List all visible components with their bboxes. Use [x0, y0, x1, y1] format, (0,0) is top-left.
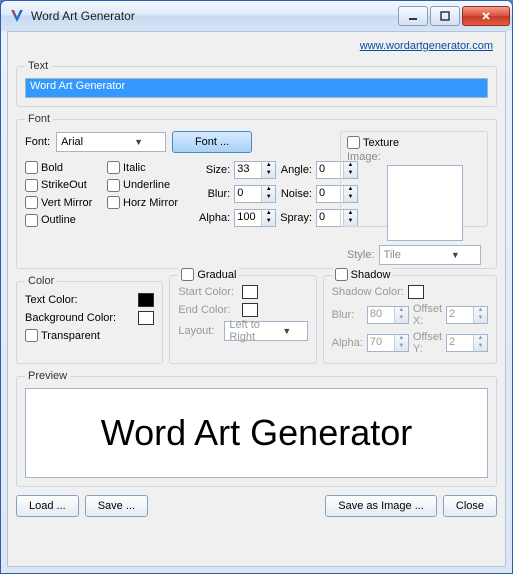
blur-spin[interactable]: 0▲▼: [234, 185, 276, 203]
shadow-group: Shadow Shadow Color: Blur: 80▲▼ Offset X…: [323, 275, 497, 364]
text-legend: Text: [25, 60, 51, 72]
gradual-group: Gradual Start Color: End Color: Layout: …: [169, 275, 316, 364]
chevron-down-icon: ▼: [114, 137, 163, 147]
color-group: Color Text Color: Background Color: Tran…: [16, 275, 163, 364]
spray-label: Spray:: [280, 212, 312, 224]
titlebar: Word Art Generator: [1, 1, 512, 31]
app-window: Word Art Generator www.wordartgenerator.…: [0, 0, 513, 574]
offsetx-label: Offset X:: [413, 303, 442, 327]
shadow-color-label: Shadow Color:: [332, 286, 404, 298]
load-button[interactable]: Load ...: [16, 495, 79, 517]
shadow-color-swatch[interactable]: [408, 285, 424, 299]
font-label: Font:: [25, 136, 50, 148]
footer-buttons: Load ... Save ... Save as Image ... Clos…: [16, 493, 497, 517]
angle-label: Angle:: [280, 164, 312, 176]
font-group: Font Font: Arial ▼ Font ... Bold Italic …: [16, 113, 497, 269]
layout-combo[interactable]: Left to Right▼: [224, 321, 307, 341]
app-icon: [9, 8, 25, 24]
shadow-legend: Shadow: [351, 269, 391, 281]
texture-legend: Texture: [363, 137, 399, 149]
close-button[interactable]: [462, 6, 510, 26]
size-spin[interactable]: 33▲▼: [234, 161, 276, 179]
size-label: Size:: [199, 164, 230, 176]
website-link[interactable]: www.wordartgenerator.com: [16, 40, 497, 54]
text-input[interactable]: Word Art Generator: [25, 78, 488, 98]
bg-color-swatch[interactable]: [138, 311, 154, 325]
shadow-blur-spin[interactable]: 80▲▼: [367, 306, 409, 324]
gradual-check[interactable]: [181, 268, 194, 281]
layout-label: Layout:: [178, 325, 220, 337]
vert-mirror-check[interactable]: Vert Mirror: [25, 196, 105, 210]
shadow-alpha-spin[interactable]: 70▲▼: [367, 334, 409, 352]
offsety-spin[interactable]: 2▲▼: [446, 334, 488, 352]
texture-check[interactable]: [347, 136, 360, 149]
blur-label: Blur:: [199, 188, 230, 200]
color-legend: Color: [25, 275, 57, 287]
style-label: Style:: [347, 249, 375, 261]
strikeout-check[interactable]: StrikeOut: [25, 179, 105, 193]
gradual-legend: Gradual: [197, 269, 236, 281]
close-app-button[interactable]: Close: [443, 495, 497, 517]
transparent-check[interactable]: Transparent: [25, 329, 154, 342]
offsetx-spin[interactable]: 2▲▼: [446, 306, 488, 324]
horz-mirror-check[interactable]: Horz Mirror: [107, 196, 187, 210]
italic-check[interactable]: Italic: [107, 161, 187, 175]
font-button[interactable]: Font ...: [172, 131, 252, 153]
text-group: Text Word Art Generator: [16, 60, 497, 107]
font-legend: Font: [25, 113, 53, 125]
preview-canvas: Word Art Generator: [25, 388, 488, 478]
start-color-swatch[interactable]: [242, 285, 258, 299]
font-checks: Bold Italic StrikeOut Underline Vert Mir…: [25, 161, 187, 227]
client-area: www.wordartgenerator.com Text Word Art G…: [7, 31, 506, 567]
minimize-button[interactable]: [398, 6, 428, 26]
start-color-label: Start Color:: [178, 286, 238, 298]
save-image-button[interactable]: Save as Image ...: [325, 495, 437, 517]
noise-label: Noise:: [280, 188, 312, 200]
texture-image[interactable]: [387, 165, 463, 241]
offsety-label: Offset Y:: [413, 331, 442, 355]
underline-check[interactable]: Underline: [107, 179, 187, 193]
preview-legend: Preview: [25, 370, 70, 382]
end-color-label: End Color:: [178, 304, 238, 316]
chevron-down-icon: ▼: [433, 250, 478, 260]
font-params: Size: 33▲▼ Angle: 0▲▼ Blur: 0▲▼ Noise: 0…: [199, 161, 358, 227]
maximize-button[interactable]: [430, 6, 460, 26]
window-buttons: [396, 6, 510, 26]
text-color-swatch[interactable]: [138, 293, 154, 307]
shadow-check[interactable]: [335, 268, 348, 281]
end-color-swatch[interactable]: [242, 303, 258, 317]
bold-check[interactable]: Bold: [25, 161, 105, 175]
save-button[interactable]: Save ...: [85, 495, 148, 517]
outline-check[interactable]: Outline: [25, 214, 105, 228]
style-combo[interactable]: Tile▼: [379, 245, 481, 265]
font-combo[interactable]: Arial ▼: [56, 132, 166, 152]
alpha-spin[interactable]: 100▲▼: [234, 209, 276, 227]
window-title: Word Art Generator: [31, 9, 396, 23]
texture-group: Texture Image: Style: Tile▼: [340, 131, 488, 227]
alpha-label: Alpha:: [199, 212, 230, 224]
preview-group: Preview Word Art Generator: [16, 370, 497, 487]
shadow-alpha-label: Alpha:: [332, 337, 363, 349]
image-label: Image:: [347, 151, 381, 163]
text-color-label: Text Color:: [25, 294, 134, 306]
chevron-down-icon: ▼: [269, 326, 305, 336]
shadow-blur-label: Blur:: [332, 309, 363, 321]
bg-color-label: Background Color:: [25, 312, 134, 324]
